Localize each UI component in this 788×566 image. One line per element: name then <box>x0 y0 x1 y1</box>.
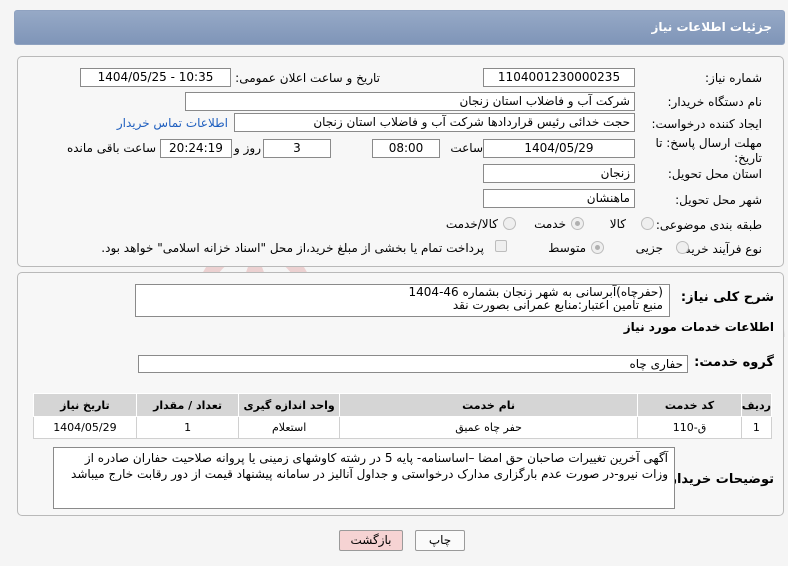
cell-unit: استعلام <box>238 416 340 439</box>
service-group-label: گروه خدمت: <box>694 355 774 370</box>
col-header-unit: واحد اندازه گیری <box>238 393 340 417</box>
deadline-label: مهلت ارسال پاسخ: تا تاریخ: <box>655 136 762 165</box>
days-label: روز و <box>234 141 261 155</box>
buyer-notes-label: توضیحات خریدار: <box>664 472 774 487</box>
process-type-label: نوع فرآیند خرید : <box>677 242 762 256</box>
province-label: استان محل تحویل: <box>667 167 762 181</box>
category-label: طبقه بندی موضوعی: <box>655 218 762 232</box>
col-header-quantity: تعداد / مقدار <box>135 393 240 417</box>
treasury-payment-checkbox[interactable] <box>495 240 507 252</box>
city-label: شهر محل تحویل: <box>675 193 762 207</box>
city-field[interactable]: ماهنشان <box>483 189 635 208</box>
cell-service-code: ق-110 <box>637 416 742 439</box>
general-description-label: شرح کلی نیاز: <box>680 290 774 305</box>
page: جزئیات اطلاعات نیاز AriaTender.neT شماره… <box>0 0 788 566</box>
col-header-service-name: نام خدمت <box>338 393 639 417</box>
category-goods-label: کالا <box>609 217 626 231</box>
category-service-label: خدمت <box>534 217 566 231</box>
process-medium-label: متوسط <box>548 241 586 255</box>
creator-field[interactable]: حجت خدائی رئیس قراردادها شرکت آب و فاضلا… <box>234 113 635 132</box>
need-number-field[interactable]: 1104001230000235 <box>483 68 635 87</box>
description-line-2: منبع تامین اعتبار:منابع عمرانی بصورت نقد <box>452 298 663 312</box>
announce-date-field[interactable]: 1404/05/25 - 10:35 <box>80 68 231 87</box>
title-bar: جزئیات اطلاعات نیاز <box>14 10 785 45</box>
need-number-label: شماره نیاز: <box>705 71 762 85</box>
process-minor-radio[interactable] <box>676 241 689 254</box>
col-header-need-date: تاریخ نیاز <box>33 393 137 417</box>
cell-need-date: 1404/05/29 <box>33 416 137 439</box>
deadline-time-label: ساعت <box>450 141 483 155</box>
col-header-service-code: کد خدمت <box>637 393 742 417</box>
category-service-radio[interactable] <box>571 217 584 230</box>
general-description-field[interactable]: (حفرچاه)آبرسانی به شهر زنجان بشماره 46-1… <box>135 284 670 317</box>
days-remaining-field[interactable]: 3 <box>263 139 331 158</box>
deadline-time-field[interactable]: 08:00 <box>372 139 440 158</box>
print-button[interactable]: چاپ <box>415 530 465 551</box>
category-goods-service-label: کالا/خدمت <box>445 217 498 231</box>
contact-info-link[interactable]: اطلاعات تماس خریدار <box>117 116 228 130</box>
page-title: جزئیات اطلاعات نیاز <box>651 20 772 34</box>
cell-service-name: حفر چاه عمیق <box>338 416 639 439</box>
process-medium-radio[interactable] <box>591 241 604 254</box>
treasury-payment-note: پرداخت تمام یا بخشی از مبلغ خرید،از محل … <box>101 241 484 255</box>
province-field[interactable]: زنجان <box>483 164 635 183</box>
time-remaining-label: ساعت باقی مانده <box>66 141 156 155</box>
announce-date-label: تاریخ و ساعت اعلان عمومی: <box>235 71 380 85</box>
category-goods-radio[interactable] <box>641 217 654 230</box>
services-heading: اطلاعات خدمات مورد نیاز <box>623 320 774 334</box>
buyer-notes-field[interactable]: آگهی آخرین تغییرات صاحبان حق امضا –اساسن… <box>53 447 675 509</box>
services-table: ردیف کد خدمت نام خدمت واحد اندازه گیری ت… <box>33 393 773 439</box>
table-header-row: ردیف کد خدمت نام خدمت واحد اندازه گیری ت… <box>33 393 773 417</box>
time-remaining-field[interactable]: 20:24:19 <box>160 139 232 158</box>
buyer-label: نام دستگاه خریدار: <box>667 95 763 109</box>
cell-quantity: 1 <box>135 416 240 439</box>
buyer-field[interactable]: شرکت آب و فاضلاب استان زنجان <box>185 92 635 111</box>
service-group-field[interactable]: حفاری چاه <box>138 355 688 373</box>
creator-label: ایجاد کننده درخواست: <box>651 117 762 131</box>
col-header-row-number: ردیف <box>740 393 773 417</box>
back-button[interactable]: بازگشت <box>339 530 403 551</box>
process-minor-label: جزیی <box>635 241 663 255</box>
table-row[interactable]: 1 ق-110 حفر چاه عمیق استعلام 1 1404/05/2… <box>33 416 773 439</box>
deadline-date-field[interactable]: 1404/05/29 <box>483 139 635 158</box>
cell-row-number: 1 <box>740 416 773 439</box>
category-goods-service-radio[interactable] <box>503 217 516 230</box>
